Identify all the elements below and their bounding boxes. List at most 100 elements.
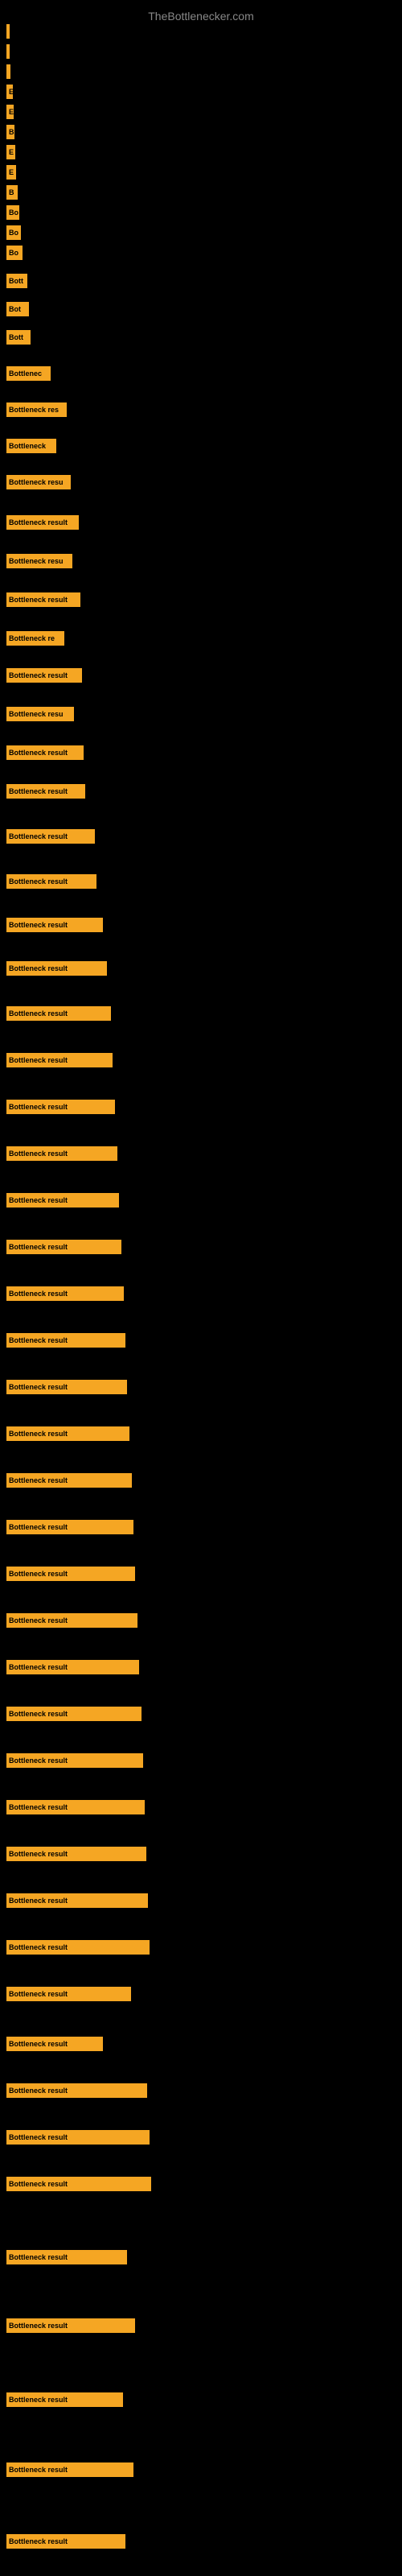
- bar: B: [6, 125, 14, 139]
- bar-row: Bottleneck result: [6, 2392, 123, 2407]
- bar: Bottleneck result: [6, 2037, 103, 2051]
- bar-row: Bottleneck result: [6, 1567, 135, 1581]
- bar-row: Bottleneck result: [6, 1613, 137, 1628]
- bar: Bottleneck result: [6, 1006, 111, 1021]
- bar-row: Bottleneck result: [6, 961, 107, 976]
- bar: Bottleneck result: [6, 1520, 133, 1534]
- bar-row: Bottleneck result: [6, 592, 80, 607]
- bar-row: [6, 24, 10, 39]
- bar-row: Bottleneck result: [6, 2083, 147, 2098]
- bar-row: Bottleneck result: [6, 874, 96, 889]
- bar-row: Bottleneck result: [6, 745, 84, 760]
- bar: Bottleneck result: [6, 2083, 147, 2098]
- bar: Bottleneck result: [6, 1707, 142, 1721]
- bar-label: Bottleneck result: [9, 1663, 68, 1671]
- bar: Bottleneck result: [6, 874, 96, 889]
- bar: Bottleneck result: [6, 918, 103, 932]
- bar: Bottleneck resu: [6, 554, 72, 568]
- bar-label: Bott: [9, 277, 23, 285]
- bar: Bottleneck result: [6, 1847, 146, 1861]
- bar-row: Bottleneck result: [6, 668, 82, 683]
- bar: Bottleneck result: [6, 1940, 150, 1955]
- bar-label: Bottleneck result: [9, 2087, 68, 2095]
- bar-row: Bottleneck result: [6, 2037, 103, 2051]
- bar-row: Bottlenec: [6, 366, 51, 381]
- bar-label: Bottleneck result: [9, 1476, 68, 1484]
- bar-row: Bottleneck result: [6, 1893, 148, 1908]
- bar-label: Bottleneck result: [9, 1336, 68, 1344]
- bar-row: Bo: [6, 225, 21, 240]
- bar: Bottleneck result: [6, 1053, 113, 1067]
- bar: Bottleneck result: [6, 829, 95, 844]
- bar-row: Bottleneck result: [6, 1053, 113, 1067]
- bar-label: Bottleneck result: [9, 1757, 68, 1765]
- bar-label: Bottlenec: [9, 369, 42, 378]
- bar-label: Bo: [9, 249, 18, 257]
- bar: Bottleneck result: [6, 2250, 127, 2264]
- bar: Bottleneck result: [6, 1567, 135, 1581]
- bar-row: Bottleneck result: [6, 2462, 133, 2477]
- bar-label: Bottleneck result: [9, 1897, 68, 1905]
- bar: Bottleneck result: [6, 1473, 132, 1488]
- bar-row: Bottleneck result: [6, 1520, 133, 1534]
- bar: Bottleneck result: [6, 1380, 127, 1394]
- bar-label: Bottleneck result: [9, 1943, 68, 1951]
- bar: Bottleneck result: [6, 1146, 117, 1161]
- bar-label: Bottleneck result: [9, 2466, 68, 2474]
- bar-label: Bottleneck resu: [9, 710, 64, 718]
- bar-row: Bottleneck result: [6, 1800, 145, 1814]
- bar-row: Bott: [6, 330, 31, 345]
- bar: Bottleneck result: [6, 1100, 115, 1114]
- bar: E: [6, 165, 16, 180]
- bar: Bottleneck resu: [6, 707, 74, 721]
- bar-row: Bottleneck result: [6, 1847, 146, 1861]
- bar-label: Bottleneck result: [9, 1710, 68, 1718]
- bar-label: Bottleneck result: [9, 671, 68, 679]
- bar-label: E: [9, 148, 14, 156]
- bar-label: Bottleneck resu: [9, 478, 64, 486]
- bar-label: Bottleneck result: [9, 964, 68, 972]
- bar-label: Bottleneck result: [9, 2180, 68, 2188]
- bar-label: Bottleneck result: [9, 1150, 68, 1158]
- bar-row: Bottleneck result: [6, 1660, 139, 1674]
- bar-label: Bottleneck re: [9, 634, 55, 642]
- bar-label: Bottleneck result: [9, 1570, 68, 1578]
- bar-label: Bottleneck result: [9, 1850, 68, 1858]
- bar-row: Bottleneck result: [6, 1333, 125, 1348]
- bar-row: E: [6, 145, 15, 159]
- bar: Bottleneck result: [6, 1800, 145, 1814]
- bar-label: E: [9, 108, 14, 116]
- bar-label: Bottleneck result: [9, 1009, 68, 1018]
- bar: Bottleneck res: [6, 402, 67, 417]
- bar: [6, 64, 10, 79]
- bar-row: B: [6, 125, 14, 139]
- bar-label: Bottleneck result: [9, 1056, 68, 1064]
- bar: E: [6, 145, 15, 159]
- bar-row: Bottleneck result: [6, 2318, 135, 2333]
- bar-label: Bottleneck: [9, 442, 46, 450]
- bar-row: Bottleneck result: [6, 2130, 150, 2145]
- bar-label: Bottleneck result: [9, 787, 68, 795]
- bar: E: [6, 105, 14, 119]
- bar-label: Bottleneck result: [9, 1383, 68, 1391]
- bar-row: Bottleneck resu: [6, 707, 74, 721]
- bar: Bottleneck result: [6, 1660, 139, 1674]
- bar-row: Bottleneck result: [6, 2250, 127, 2264]
- bar-row: Bottleneck result: [6, 1286, 124, 1301]
- bar-row: Bottleneck result: [6, 829, 95, 844]
- bar: Bottleneck result: [6, 2318, 135, 2333]
- bar-row: B: [6, 185, 18, 200]
- bar-row: Bottleneck result: [6, 784, 85, 799]
- bar: Bottleneck result: [6, 2534, 125, 2549]
- bar-row: Bott: [6, 274, 27, 288]
- bar: Bottleneck result: [6, 1893, 148, 1908]
- bar: B: [6, 185, 18, 200]
- bar-row: Bottleneck result: [6, 1380, 127, 1394]
- bar: Bottleneck result: [6, 2462, 133, 2477]
- bar: Bottleneck result: [6, 2130, 150, 2145]
- bar-label: Bottleneck result: [9, 2396, 68, 2404]
- bar: Bottlenec: [6, 366, 51, 381]
- bar-label: Bottleneck result: [9, 1103, 68, 1111]
- bar-row: Bottleneck result: [6, 1193, 119, 1208]
- bar: Bottleneck resu: [6, 475, 71, 489]
